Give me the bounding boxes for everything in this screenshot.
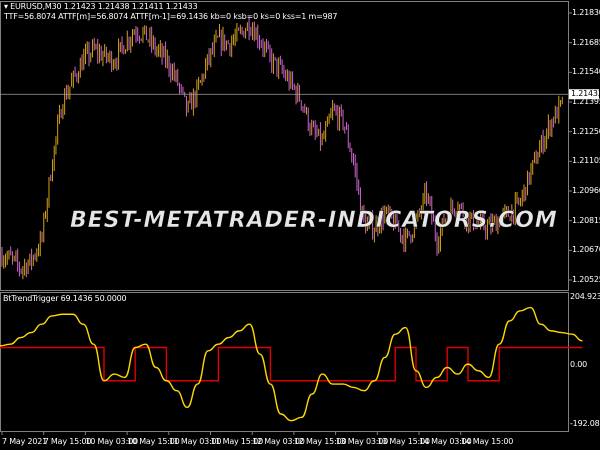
watermark: BEST-METATRADER-INDICATORS.COM [70, 208, 558, 233]
indicator-title: BtTrendTrigger 69.1436 50.0000 [3, 294, 127, 303]
price-tick-label: 1.20525 [572, 275, 600, 284]
indicator-pane-frame [0, 292, 569, 432]
indicator-info-line: TTF=56.8074 ATTF[m]=56.8074 ATTF[m-1]=69… [4, 12, 338, 21]
time-tick-label: 14 May 15:00 [460, 437, 514, 446]
time-tick-label: 7 May 2021 [2, 437, 48, 446]
price-tick-label: 1.21395 [572, 97, 600, 106]
indicator-tick-label: 204.923 [570, 292, 600, 301]
price-tick-label: 1.21105 [572, 156, 600, 166]
price-tick-label: 1.21540 [572, 67, 600, 77]
current-price-label: 1.21433 [571, 89, 600, 99]
trend-trigger-line [0, 306, 583, 422]
price-tick-label: 1.21250 [572, 126, 600, 136]
price-tick-label: 1.21685 [572, 37, 600, 47]
symbol-info: ▾ EURUSD,M30 1.21423 1.21438 1.21411 1.2… [4, 2, 198, 11]
price-tick-label: 1.20815 [572, 215, 600, 225]
indicator-tick-label: 0.00 [570, 360, 588, 370]
symbol-line: EURUSD,M30 1.21423 1.21438 1.21411 1.214… [10, 2, 198, 11]
time-tick-label: 7 May 15:00 [43, 437, 92, 446]
price-tick-label: 1.21830 [572, 8, 600, 17]
price-tick-label: 1.20670 [572, 245, 600, 255]
indicator-tick-label: -192.0817 [570, 419, 600, 428]
price-tick-label: 1.20960 [572, 186, 600, 195]
